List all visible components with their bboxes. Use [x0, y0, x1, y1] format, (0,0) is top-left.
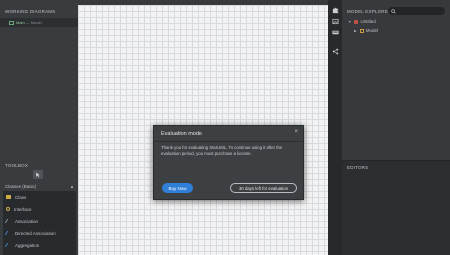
model-explorer-title: MODEL EXPLORER	[347, 9, 392, 14]
evaluation-days-button[interactable]: 30 days left for evaluation	[230, 183, 297, 193]
tree-item-model[interactable]: ▶ Model	[354, 28, 378, 33]
class-icon	[6, 195, 11, 199]
search-icon	[391, 8, 396, 14]
directed-association-icon	[4, 231, 13, 235]
toolbox-list: Class Interface Association Directed Ass…	[3, 191, 76, 255]
editors-title: EDITORS	[347, 165, 369, 170]
aggregation-icon	[4, 243, 13, 247]
expand-caret-icon[interactable]: ▶	[354, 29, 357, 33]
dialog-title: Evaluation mode	[161, 131, 202, 137]
toolbox-item-label: Interface	[14, 206, 32, 212]
toolbox-item-association[interactable]: Association	[3, 215, 76, 227]
toolbox-item-label: Aggregation	[15, 242, 40, 248]
share-icon[interactable]	[331, 48, 339, 55]
close-icon[interactable]: ×	[294, 129, 298, 135]
dialog-divider	[154, 141, 303, 142]
evaluation-dialog: Evaluation mode × Thank you for evaluati…	[153, 125, 304, 200]
keyboard-icon[interactable]	[331, 29, 339, 36]
class-diagram-icon	[9, 20, 14, 25]
collapse-caret-icon: ▲	[70, 183, 74, 189]
tree-model-label: Model	[365, 28, 378, 33]
toolbox-item-directed-association[interactable]: Directed Association	[3, 227, 76, 239]
toolbox-item-aggregation[interactable]: Aggregation	[3, 239, 76, 251]
buy-now-button[interactable]: Buy Now	[162, 183, 193, 193]
association-icon	[4, 219, 13, 223]
toolbox-item-class[interactable]: Class	[3, 191, 76, 203]
extension-icon[interactable]	[331, 7, 339, 14]
cursor-icon	[36, 172, 40, 177]
working-diagram-sub: — Model	[25, 20, 42, 25]
expand-caret-icon[interactable]: ▼	[348, 20, 351, 24]
model-icon	[359, 28, 364, 33]
dialog-message: Thank you for evaluating StarUML. To con…	[161, 145, 283, 156]
working-diagrams-title: WORKING DIAGRAMS	[5, 9, 56, 14]
project-icon	[354, 19, 359, 24]
toolbox-title: TOOLBOX	[5, 163, 29, 168]
toolbox-item-label: Directed Association	[15, 230, 56, 236]
tree-item-project[interactable]: ▼ Untitled	[348, 19, 376, 24]
toolbox-category-label: Classes (Basic)	[5, 183, 37, 189]
toolbox-item-interface[interactable]: Interface	[3, 203, 76, 215]
toolbox-category[interactable]: Classes (Basic) ▲	[3, 182, 76, 190]
left-panel: WORKING DIAGRAMS Main — Model TOOLBOX Cl…	[0, 0, 78, 255]
editors-panel: EDITORS	[342, 160, 450, 255]
working-diagram-label: Main	[16, 20, 25, 25]
tree-project-label: Untitled	[360, 19, 376, 24]
side-tool-strip	[328, 0, 342, 255]
toolbox-item-label: Class	[15, 194, 27, 200]
working-diagram-item[interactable]: Main — Model	[0, 18, 78, 27]
right-panel: MODEL EXPLORER ▼ Untitled ▶ Model EDITOR…	[342, 0, 450, 255]
toolbox-item-label: Association	[15, 218, 39, 224]
interface-icon	[6, 207, 10, 211]
image-icon[interactable]	[331, 18, 339, 25]
select-tool-button[interactable]	[33, 170, 43, 179]
staruml-window: WORKING DIAGRAMS Main — Model TOOLBOX Cl…	[0, 0, 450, 255]
model-search-input[interactable]	[388, 7, 445, 15]
